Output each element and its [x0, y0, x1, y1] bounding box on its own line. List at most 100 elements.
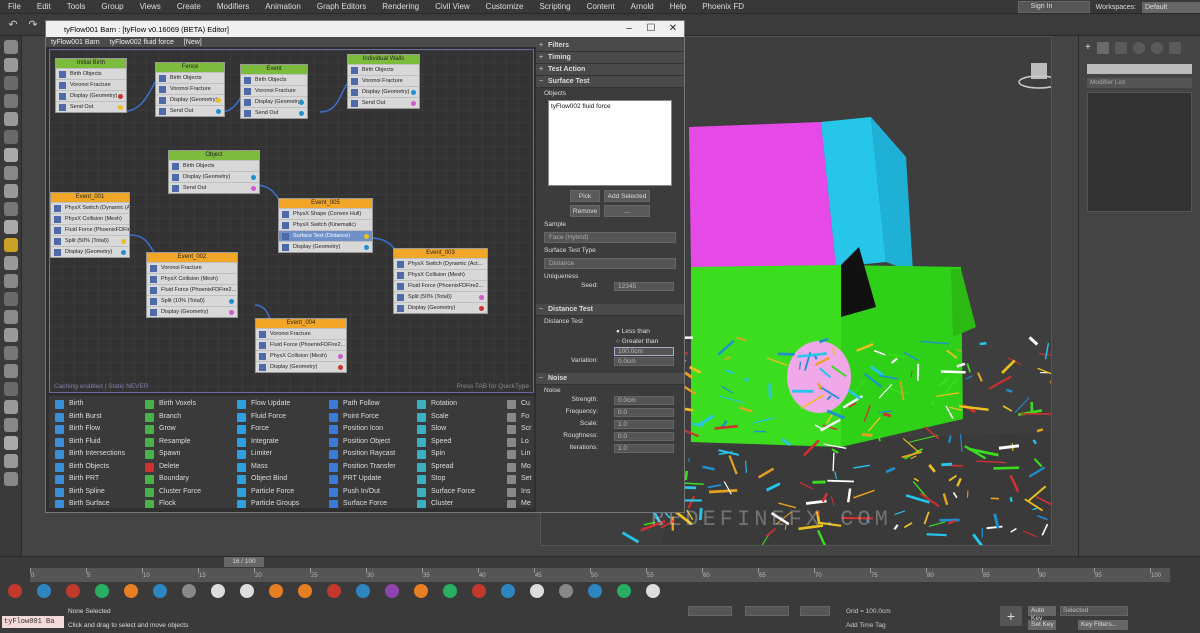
operator-item[interactable]: Position Transfer — [327, 461, 396, 474]
menu-item[interactable]: Modifiers — [209, 2, 257, 11]
sample-dropdown[interactable]: Face (Hybrid) — [544, 232, 676, 243]
operator-item[interactable]: Point Force — [327, 411, 396, 424]
node-operator[interactable]: Split (50% (Total)) — [51, 235, 129, 246]
toolbar-button-icon[interactable] — [356, 584, 370, 598]
tool-icon[interactable] — [4, 40, 18, 54]
menu-item[interactable]: Civil View — [427, 2, 478, 11]
operator-item[interactable]: Birth Fluid — [53, 436, 125, 449]
section-filters[interactable]: Filters — [536, 40, 684, 52]
distance-spinner[interactable]: 100.0cm — [614, 347, 674, 356]
toolbar-button-icon[interactable] — [617, 584, 631, 598]
track-bar[interactable]: 0 5 10 15 20 25 30 35 40 45 50 55 60 65 70 75 80 85 90 95 10… — [30, 568, 1170, 582]
toolbar-button-icon[interactable] — [269, 584, 283, 598]
output-port[interactable] — [411, 101, 416, 106]
menu-item[interactable]: Views — [132, 2, 169, 11]
modify-tab-icon[interactable] — [1096, 42, 1109, 54]
pick-button[interactable]: Pick — [570, 190, 600, 202]
operator-item[interactable]: PRT Update — [327, 473, 396, 486]
node-operator[interactable]: Send Out — [169, 182, 259, 193]
flow-node[interactable]: Fence Birth Objects Voronoi Fracture Displa… — [155, 62, 225, 117]
menu-item[interactable]: Scripting — [531, 2, 578, 11]
node-operator[interactable]: Display (Geometry) — [156, 94, 224, 105]
objects-listbox[interactable]: tyFlow002 fluid force — [548, 100, 672, 186]
operator-item[interactable]: Limiter — [235, 448, 299, 461]
flow-node[interactable]: Event_004 Voronoi Fracture Fluid Force (Ph… — [255, 318, 347, 373]
tool-icon[interactable] — [4, 400, 18, 414]
node-title[interactable]: Fence — [156, 63, 224, 72]
operator-item[interactable]: Birth Flow — [53, 423, 125, 436]
operator-item[interactable]: Birth Intersections — [53, 448, 125, 461]
tab-new[interactable]: [New] — [179, 39, 207, 46]
toolbar-button-icon[interactable] — [298, 584, 312, 598]
operator-item[interactable]: Integrate — [235, 436, 299, 449]
operator-item[interactable]: Fo — [505, 411, 532, 424]
operator-item[interactable]: Object Bind — [235, 473, 299, 486]
tool-icon[interactable] — [4, 76, 18, 90]
node-operator[interactable]: PhysX Switch (Kinematic) — [279, 219, 372, 230]
operator-item[interactable]: Birth — [53, 398, 125, 411]
node-operator[interactable]: PhysX Collision (Mesh) — [147, 273, 237, 284]
output-port[interactable] — [251, 186, 256, 191]
toolbar-button-icon[interactable] — [646, 584, 660, 598]
operator-item[interactable]: Speed — [415, 436, 475, 449]
noise-param-spinner[interactable]: 0.0 — [614, 432, 674, 441]
tool-icon[interactable] — [4, 382, 18, 396]
operator-item[interactable]: Position Object — [327, 436, 396, 449]
flow-node[interactable]: Event_003 PhysX Switch (Dynamic (Act... Ph… — [393, 248, 488, 314]
node-operator[interactable]: Display (Geometry) — [256, 361, 346, 372]
operator-item[interactable]: Spread — [415, 461, 475, 474]
operator-item[interactable]: Path Follow — [327, 398, 396, 411]
node-operator[interactable]: PhysX Collision (Mesh) — [51, 213, 129, 224]
node-operator[interactable]: Display (Geometry) — [51, 246, 129, 257]
time-slider[interactable]: 16 / 100 — [224, 557, 264, 567]
tool-icon[interactable] — [4, 220, 18, 234]
operator-item[interactable]: Cluster — [415, 498, 475, 508]
node-operator[interactable]: PhysX Switch (Dynamic (Act... — [394, 258, 487, 269]
tab-flow-2[interactable]: tyFlow002 fluid force — [105, 39, 179, 46]
node-operator[interactable]: Display (Geometry) — [241, 96, 307, 107]
key-filters-button[interactable]: Key Filters... — [1078, 620, 1128, 630]
menu-item[interactable]: Arnold — [623, 2, 662, 11]
maxscript-listener[interactable]: tyFlow001 Ba — [2, 616, 64, 628]
node-operator[interactable]: Display (Geometry) — [348, 86, 419, 97]
operator-item[interactable]: Mo — [505, 461, 532, 474]
tab-flow-1[interactable]: tyFlow001 Barn — [46, 39, 105, 46]
operator-item[interactable]: Branch — [143, 411, 201, 424]
menu-item[interactable]: Content — [579, 2, 623, 11]
operator-item[interactable]: Flock — [143, 498, 201, 508]
node-operator[interactable]: Voronoi Fracture — [256, 328, 346, 339]
output-port[interactable] — [299, 111, 304, 116]
tool-icon[interactable] — [4, 310, 18, 324]
tool-icon[interactable] — [4, 418, 18, 432]
flow-node[interactable]: Event Birth Objects Voronoi Fracture Displa… — [240, 64, 308, 119]
operator-item[interactable]: Lin — [505, 448, 532, 461]
output-port[interactable] — [338, 354, 343, 359]
operator-item[interactable]: Cu — [505, 398, 532, 411]
tool-icon[interactable] — [4, 274, 18, 288]
minimize-icon[interactable]: – — [618, 21, 640, 37]
operator-item[interactable]: Set — [505, 473, 532, 486]
output-port[interactable] — [364, 245, 369, 250]
toolbar-button-icon[interactable] — [443, 584, 457, 598]
tool-icon[interactable] — [4, 436, 18, 450]
node-operator[interactable]: Send Out — [348, 97, 419, 108]
selected-dropdown[interactable]: Selected — [1060, 606, 1128, 616]
operator-item[interactable]: Fluid Force — [235, 411, 299, 424]
operator-item[interactable]: Slow — [415, 423, 475, 436]
node-operator[interactable]: Fluid Force (PhoenixFDFire2... — [394, 280, 487, 291]
toolbar-button-icon[interactable] — [37, 584, 51, 598]
operator-item[interactable]: Flow Update — [235, 398, 299, 411]
node-operator[interactable]: Voronoi Fracture — [348, 75, 419, 86]
node-operator[interactable]: Display (Geometry) — [56, 90, 126, 101]
toolbar-button-icon[interactable] — [327, 584, 341, 598]
tool-icon[interactable] — [4, 346, 18, 360]
tool-icon[interactable] — [4, 328, 18, 342]
section-timing[interactable]: Timing — [536, 52, 684, 64]
toolbar-button-icon[interactable] — [124, 584, 138, 598]
operator-item[interactable]: Birth PRT — [53, 473, 125, 486]
y-coordinate-field[interactable] — [745, 606, 789, 616]
node-operator[interactable]: Surface Test (Distance) — [279, 230, 372, 241]
node-operator[interactable]: Send Out — [156, 105, 224, 116]
operator-item[interactable]: Birth Surface — [53, 498, 125, 508]
toolbar-button-icon[interactable] — [414, 584, 428, 598]
